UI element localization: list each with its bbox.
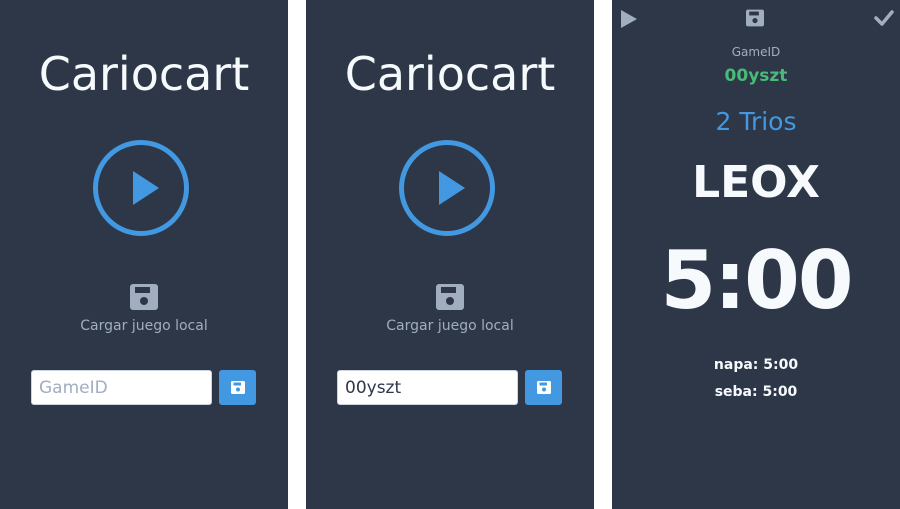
gameid-value: 00yszt <box>724 66 788 86</box>
floppy-disk-icon[interactable] <box>130 284 158 310</box>
check-icon[interactable] <box>874 9 894 27</box>
current-player-name: LEOX <box>692 157 820 208</box>
player-time-item: napa: 5:00 <box>713 357 799 373</box>
floppy-disk-icon[interactable] <box>436 284 464 310</box>
play-button[interactable] <box>399 140 495 236</box>
floppy-disk-icon <box>230 381 245 394</box>
app-title: Cariocart <box>344 47 556 101</box>
gameid-input[interactable] <box>31 370 212 405</box>
load-local-game-link[interactable]: Cargar juego local <box>0 318 288 334</box>
app-title: Cariocart <box>38 47 250 101</box>
gameid-input[interactable] <box>337 370 518 405</box>
floppy-disk-icon <box>536 381 551 394</box>
play-circle-icon <box>133 171 159 205</box>
load-local-game-link[interactable]: Cargar juego local <box>306 318 594 334</box>
game-mode-label: 2 Trios <box>715 107 797 136</box>
player-time-item: seba: 5:00 <box>714 384 798 400</box>
turn-timer[interactable]: 5:00 <box>612 233 900 329</box>
gameid-caption: GameID <box>731 45 781 59</box>
save-gameid-button[interactable] <box>219 370 256 405</box>
game-screen: GameID 00yszt 2 Trios LEOX 5:00 napa: 5:… <box>612 0 900 509</box>
play-button[interactable] <box>93 140 189 236</box>
start-screen-filled: Cariocart Cargar juego local <box>306 0 594 509</box>
start-screen: Cariocart Cargar juego local <box>0 0 288 509</box>
floppy-disk-icon[interactable] <box>746 9 764 27</box>
save-gameid-button[interactable] <box>525 370 562 405</box>
play-circle-icon <box>439 171 465 205</box>
play-icon[interactable] <box>620 9 638 29</box>
